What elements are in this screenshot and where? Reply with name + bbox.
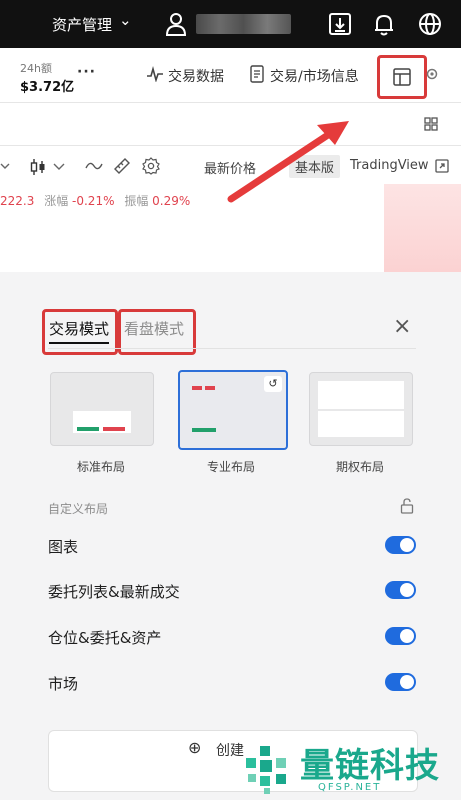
active-tab-underline xyxy=(49,342,109,344)
layout-card-pro[interactable]: ↺ xyxy=(178,370,288,450)
toggle-positions-assets[interactable] xyxy=(385,627,416,645)
toggle-chart[interactable] xyxy=(385,536,416,554)
download-icon[interactable] xyxy=(327,11,353,37)
tradingview-tab[interactable]: TradingView xyxy=(350,158,429,173)
layout-preview xyxy=(318,411,404,437)
tab-trade-mode[interactable]: 交易模式 xyxy=(49,318,109,339)
price-stats: 222.3 涨幅 -0.21% 振幅 0.29% xyxy=(0,192,190,209)
toggle-market[interactable] xyxy=(385,673,416,691)
amplitude-value: 0.29% xyxy=(152,194,191,208)
change-value: -0.21% xyxy=(72,194,115,208)
bell-icon[interactable] xyxy=(371,11,397,37)
amplitude-label: 振幅 xyxy=(124,194,149,208)
sell-bar xyxy=(103,427,125,431)
trade-data-link[interactable]: 交易数据 xyxy=(168,66,224,86)
layout-icon[interactable] xyxy=(393,68,411,86)
layout-label-standard: 标准布局 xyxy=(76,460,125,474)
settings-icon[interactable] xyxy=(142,157,160,175)
tab-watch-mode[interactable]: 看盘模式 xyxy=(124,318,184,339)
watermark-logo xyxy=(246,746,286,794)
globe-icon[interactable] xyxy=(417,11,443,37)
document-icon xyxy=(250,65,264,83)
indicator-wave-icon[interactable] xyxy=(85,160,103,172)
grid-icon[interactable] xyxy=(424,117,438,131)
chevron-down-icon[interactable]: ⌄ xyxy=(119,11,132,29)
toggle-knob xyxy=(400,675,414,689)
unlock-icon[interactable] xyxy=(400,498,414,514)
volume-label: 24h额 xyxy=(20,62,52,75)
chevron-down-icon[interactable] xyxy=(0,160,10,172)
asset-management-menu[interactable]: 资产管理 xyxy=(52,14,112,35)
chart-area xyxy=(384,184,461,272)
chevron-down-icon[interactable] xyxy=(53,162,65,172)
gear-icon[interactable] xyxy=(425,67,439,81)
account-id-blurred xyxy=(196,14,291,34)
buy-bar xyxy=(192,428,216,432)
toggle-orders-trades[interactable] xyxy=(385,581,416,599)
divider xyxy=(48,348,416,349)
sell-bar xyxy=(192,386,202,390)
expand-icon[interactable] xyxy=(435,159,449,173)
toggle-knob xyxy=(400,538,414,552)
toggle-knob xyxy=(400,583,414,597)
sell-bar xyxy=(205,386,215,390)
row-label-chart: 图表 xyxy=(48,538,79,556)
layout-button-highlight[interactable] xyxy=(377,55,427,99)
divider xyxy=(0,102,461,103)
layout-card-standard[interactable] xyxy=(50,372,154,446)
row-label-market: 市场 xyxy=(48,675,79,693)
change-label: 涨幅 xyxy=(44,194,69,208)
watermark-text: 量链科技 xyxy=(300,746,440,786)
more-button[interactable]: ··· xyxy=(77,64,96,80)
row-label-positions-assets: 仓位&委托&资产 xyxy=(48,629,162,647)
annotation-arrow xyxy=(227,121,349,203)
row-label-orders-trades: 委托列表&最新成交 xyxy=(48,583,180,601)
activity-icon xyxy=(147,66,163,82)
toggle-knob xyxy=(400,629,414,643)
layout-label-pro: 专业布局 xyxy=(206,460,255,474)
candlestick-icon[interactable] xyxy=(30,158,46,176)
volume-value: $3.72亿 xyxy=(20,80,75,95)
top-bar: 资产管理 ⌄ xyxy=(0,0,461,48)
close-icon[interactable]: × xyxy=(393,314,411,339)
price-value: 222.3 xyxy=(0,194,35,208)
buy-bar xyxy=(77,427,99,431)
ruler-icon[interactable] xyxy=(113,157,131,175)
user-icon[interactable] xyxy=(165,11,187,37)
layout-card-options[interactable] xyxy=(309,372,413,446)
plus-circle-icon: ⊕ xyxy=(188,738,202,757)
layout-label-options: 期权布局 xyxy=(335,460,384,474)
custom-layout-label: 自定义布局 xyxy=(48,502,109,516)
watermark-subtext: QFSP.NET xyxy=(318,782,382,793)
trade-market-info-link[interactable]: 交易/市场信息 xyxy=(270,66,359,86)
layout-preview xyxy=(318,381,404,409)
undo-icon[interactable]: ↺ xyxy=(264,376,282,392)
